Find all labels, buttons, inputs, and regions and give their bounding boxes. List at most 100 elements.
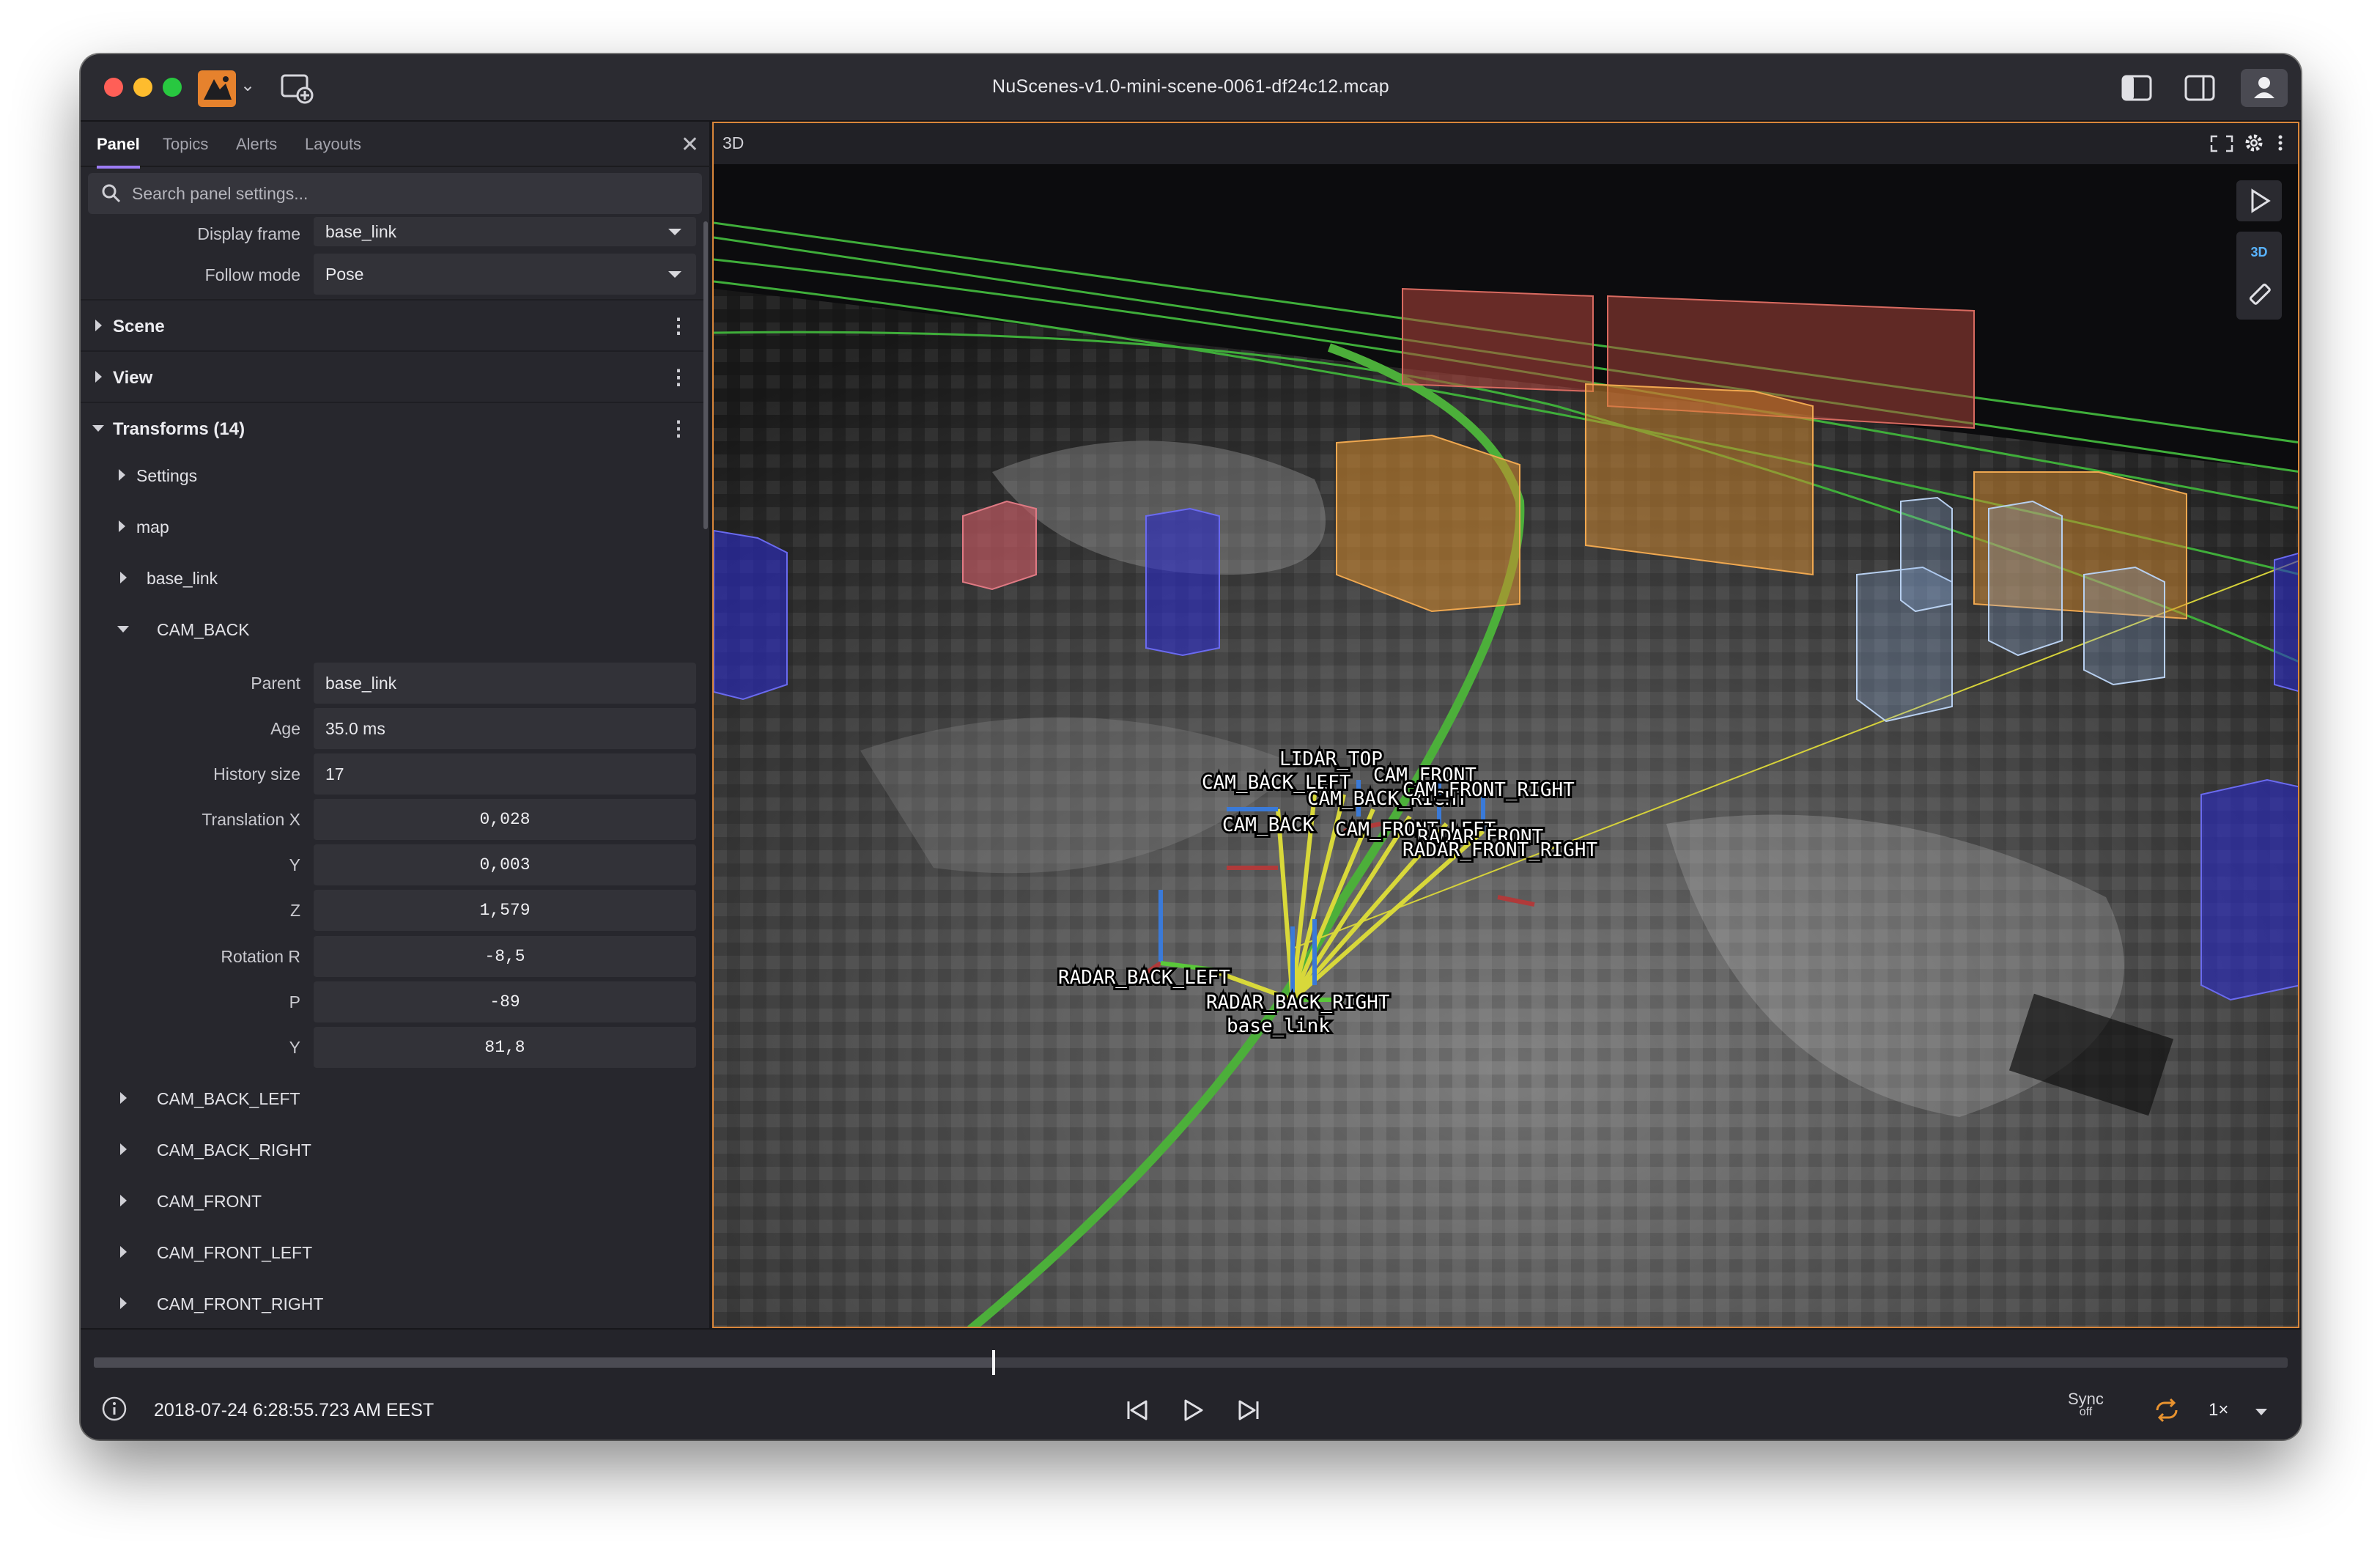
timeline-scrubber[interactable]: [991, 1350, 995, 1375]
search-icon: [102, 184, 121, 203]
translation-x-field[interactable]: 0,028: [314, 799, 696, 840]
tree-item-base-link[interactable]: base_link: [81, 556, 696, 600]
mode-3d-toggle[interactable]: 3D: [2236, 245, 2282, 260]
caret-right-icon: [120, 572, 127, 583]
section-transforms[interactable]: Transforms (14) ⋮: [81, 402, 705, 453]
history-size-field: 17: [314, 753, 696, 795]
rotation-r-field[interactable]: -8,5: [314, 936, 696, 977]
tree-item-label: CAM_FRONT_RIGHT: [157, 1294, 324, 1313]
scrollbar[interactable]: [703, 221, 708, 529]
more-icon[interactable]: [2278, 135, 2283, 151]
tab-panel[interactable]: Panel: [97, 135, 140, 169]
right-sidebar-icon[interactable]: [2184, 73, 2216, 103]
settings-sidebar: Panel Topics Alerts Layouts ✕ Display fr…: [81, 122, 711, 1328]
user-icon[interactable]: [2241, 69, 2288, 107]
sync-toggle[interactable]: Sync off: [2068, 1390, 2104, 1419]
tree-item-cam-front-right[interactable]: CAM_FRONT_RIGHT: [81, 1281, 696, 1325]
frame-label: base_link: [1227, 1015, 1330, 1037]
tree-item-cam-back-right[interactable]: CAM_BACK_RIGHT: [81, 1127, 696, 1171]
rotation-y-field[interactable]: 81,8: [314, 1027, 696, 1068]
fullscreen-icon[interactable]: [2210, 135, 2233, 152]
tab-alerts[interactable]: Alerts: [236, 135, 277, 166]
settings-tree: Display frame base_link Follow mode Pose…: [81, 217, 705, 1328]
caret-right-icon: [120, 1143, 127, 1155]
skip-forward-icon[interactable]: [1234, 1396, 1263, 1425]
translation-y-field[interactable]: 0,003: [314, 844, 696, 885]
panel-header: 3D: [714, 123, 2298, 164]
section-view-label: View: [113, 368, 153, 388]
rotation-y-label: Y: [289, 1038, 300, 1057]
tab-layouts[interactable]: Layouts: [305, 135, 361, 166]
section-scene[interactable]: Scene ⋮: [81, 299, 705, 350]
close-icon[interactable]: ✕: [681, 132, 699, 158]
loop-icon[interactable]: [2151, 1397, 2182, 1423]
translation-y-label: Y: [289, 855, 300, 874]
timeline-track[interactable]: [94, 1357, 2288, 1368]
follow-mode-select[interactable]: Pose: [314, 254, 696, 295]
more-icon[interactable]: ⋮: [668, 416, 689, 441]
tree-item-cam-front[interactable]: CAM_FRONT: [81, 1179, 696, 1223]
tree-item-map[interactable]: map: [81, 504, 696, 548]
title-bar: ⌄ NuScenes-v1.0-mini-scene-0061-df24c12.…: [81, 54, 2301, 122]
frame-label: RADAR_BACK_LEFT: [1058, 967, 1230, 989]
3d-scene[interactable]: LIDAR_TOP CAM_BACK_LEFT CAM_FRONT CAM_BA…: [714, 164, 2299, 1328]
caret-right-icon: [120, 1246, 127, 1258]
caret-right-icon: [95, 320, 102, 331]
frame-label: CAM_FRONT_RIGHT: [1402, 779, 1575, 801]
play-icon[interactable]: [1178, 1396, 1208, 1425]
section-view[interactable]: View ⋮: [81, 350, 705, 402]
playback-bar: 2018-07-24 6:28:55.723 AM EEST Sync off …: [81, 1328, 2301, 1440]
search-input[interactable]: [132, 173, 689, 214]
frame-label: CAM_BACK: [1222, 814, 1315, 836]
rotation-r-label: Rotation R: [221, 947, 300, 966]
age-label: Age: [270, 719, 300, 738]
frame-label: LIDAR_TOP: [1279, 748, 1383, 770]
tree-item-label: map: [136, 517, 169, 537]
tree-item-label: CAM_BACK_RIGHT: [157, 1140, 311, 1160]
caret-down-icon[interactable]: [2255, 1409, 2267, 1415]
more-icon[interactable]: ⋮: [668, 365, 689, 389]
display-frame-value: base_link: [325, 222, 397, 241]
select-tool-button[interactable]: [2236, 180, 2282, 221]
sidebar-tabs: Panel Topics Alerts Layouts ✕: [81, 122, 711, 169]
panel-toolbar: [2210, 134, 2283, 152]
section-transforms-label: Transforms (14): [113, 419, 245, 439]
display-frame-label: Display frame: [197, 224, 300, 243]
tree-item-label: CAM_FRONT: [157, 1192, 262, 1211]
settings-search: [88, 173, 702, 214]
gear-icon[interactable]: [2245, 134, 2263, 152]
history-size-label: History size: [213, 764, 300, 784]
tree-item-label: CAM_BACK: [157, 620, 250, 639]
tab-topics[interactable]: Topics: [163, 135, 208, 166]
left-sidebar-icon[interactable]: [2121, 73, 2153, 103]
3d-panel[interactable]: 3D LIDAR_TOP CAM_BACK_LEFT CAM_FRONT CAM…: [712, 122, 2299, 1328]
tree-item-settings[interactable]: Settings: [81, 453, 696, 497]
caret-right-icon: [120, 1195, 127, 1206]
caret-down-icon: [92, 425, 104, 432]
tree-item-cam-back-left[interactable]: CAM_BACK_LEFT: [81, 1076, 696, 1120]
caret-right-icon: [120, 1092, 127, 1104]
window-title: NuScenes-v1.0-mini-scene-0061-df24c12.mc…: [991, 76, 1390, 97]
tree-item-cam-back[interactable]: CAM_BACK: [81, 607, 696, 651]
rotation-p-label: P: [289, 992, 300, 1011]
caret-down-icon: [668, 271, 681, 278]
caret-right-icon: [119, 520, 125, 532]
rotation-p-field[interactable]: -89: [314, 981, 696, 1022]
follow-mode-label: Follow mode: [204, 265, 300, 284]
ruler-icon[interactable]: [2245, 280, 2273, 308]
display-frame-select[interactable]: base_link: [314, 217, 696, 246]
caret-right-icon: [120, 1297, 127, 1309]
playback-speed[interactable]: 1×: [2209, 1400, 2228, 1420]
tree-item-label: base_link: [147, 569, 218, 588]
info-icon[interactable]: [101, 1396, 128, 1422]
tree-item-label: Settings: [136, 466, 198, 485]
more-icon[interactable]: ⋮: [668, 314, 689, 338]
caret-right-icon: [119, 469, 125, 481]
translation-z-field[interactable]: 1,579: [314, 890, 696, 931]
skip-back-icon[interactable]: [1123, 1396, 1152, 1425]
parent-field: base_link: [314, 663, 696, 704]
tree-item-cam-front-left[interactable]: CAM_FRONT_LEFT: [81, 1230, 696, 1274]
timeline-progress: [94, 1357, 994, 1368]
caret-right-icon: [95, 371, 102, 383]
sync-label: Sync: [2068, 1390, 2104, 1408]
